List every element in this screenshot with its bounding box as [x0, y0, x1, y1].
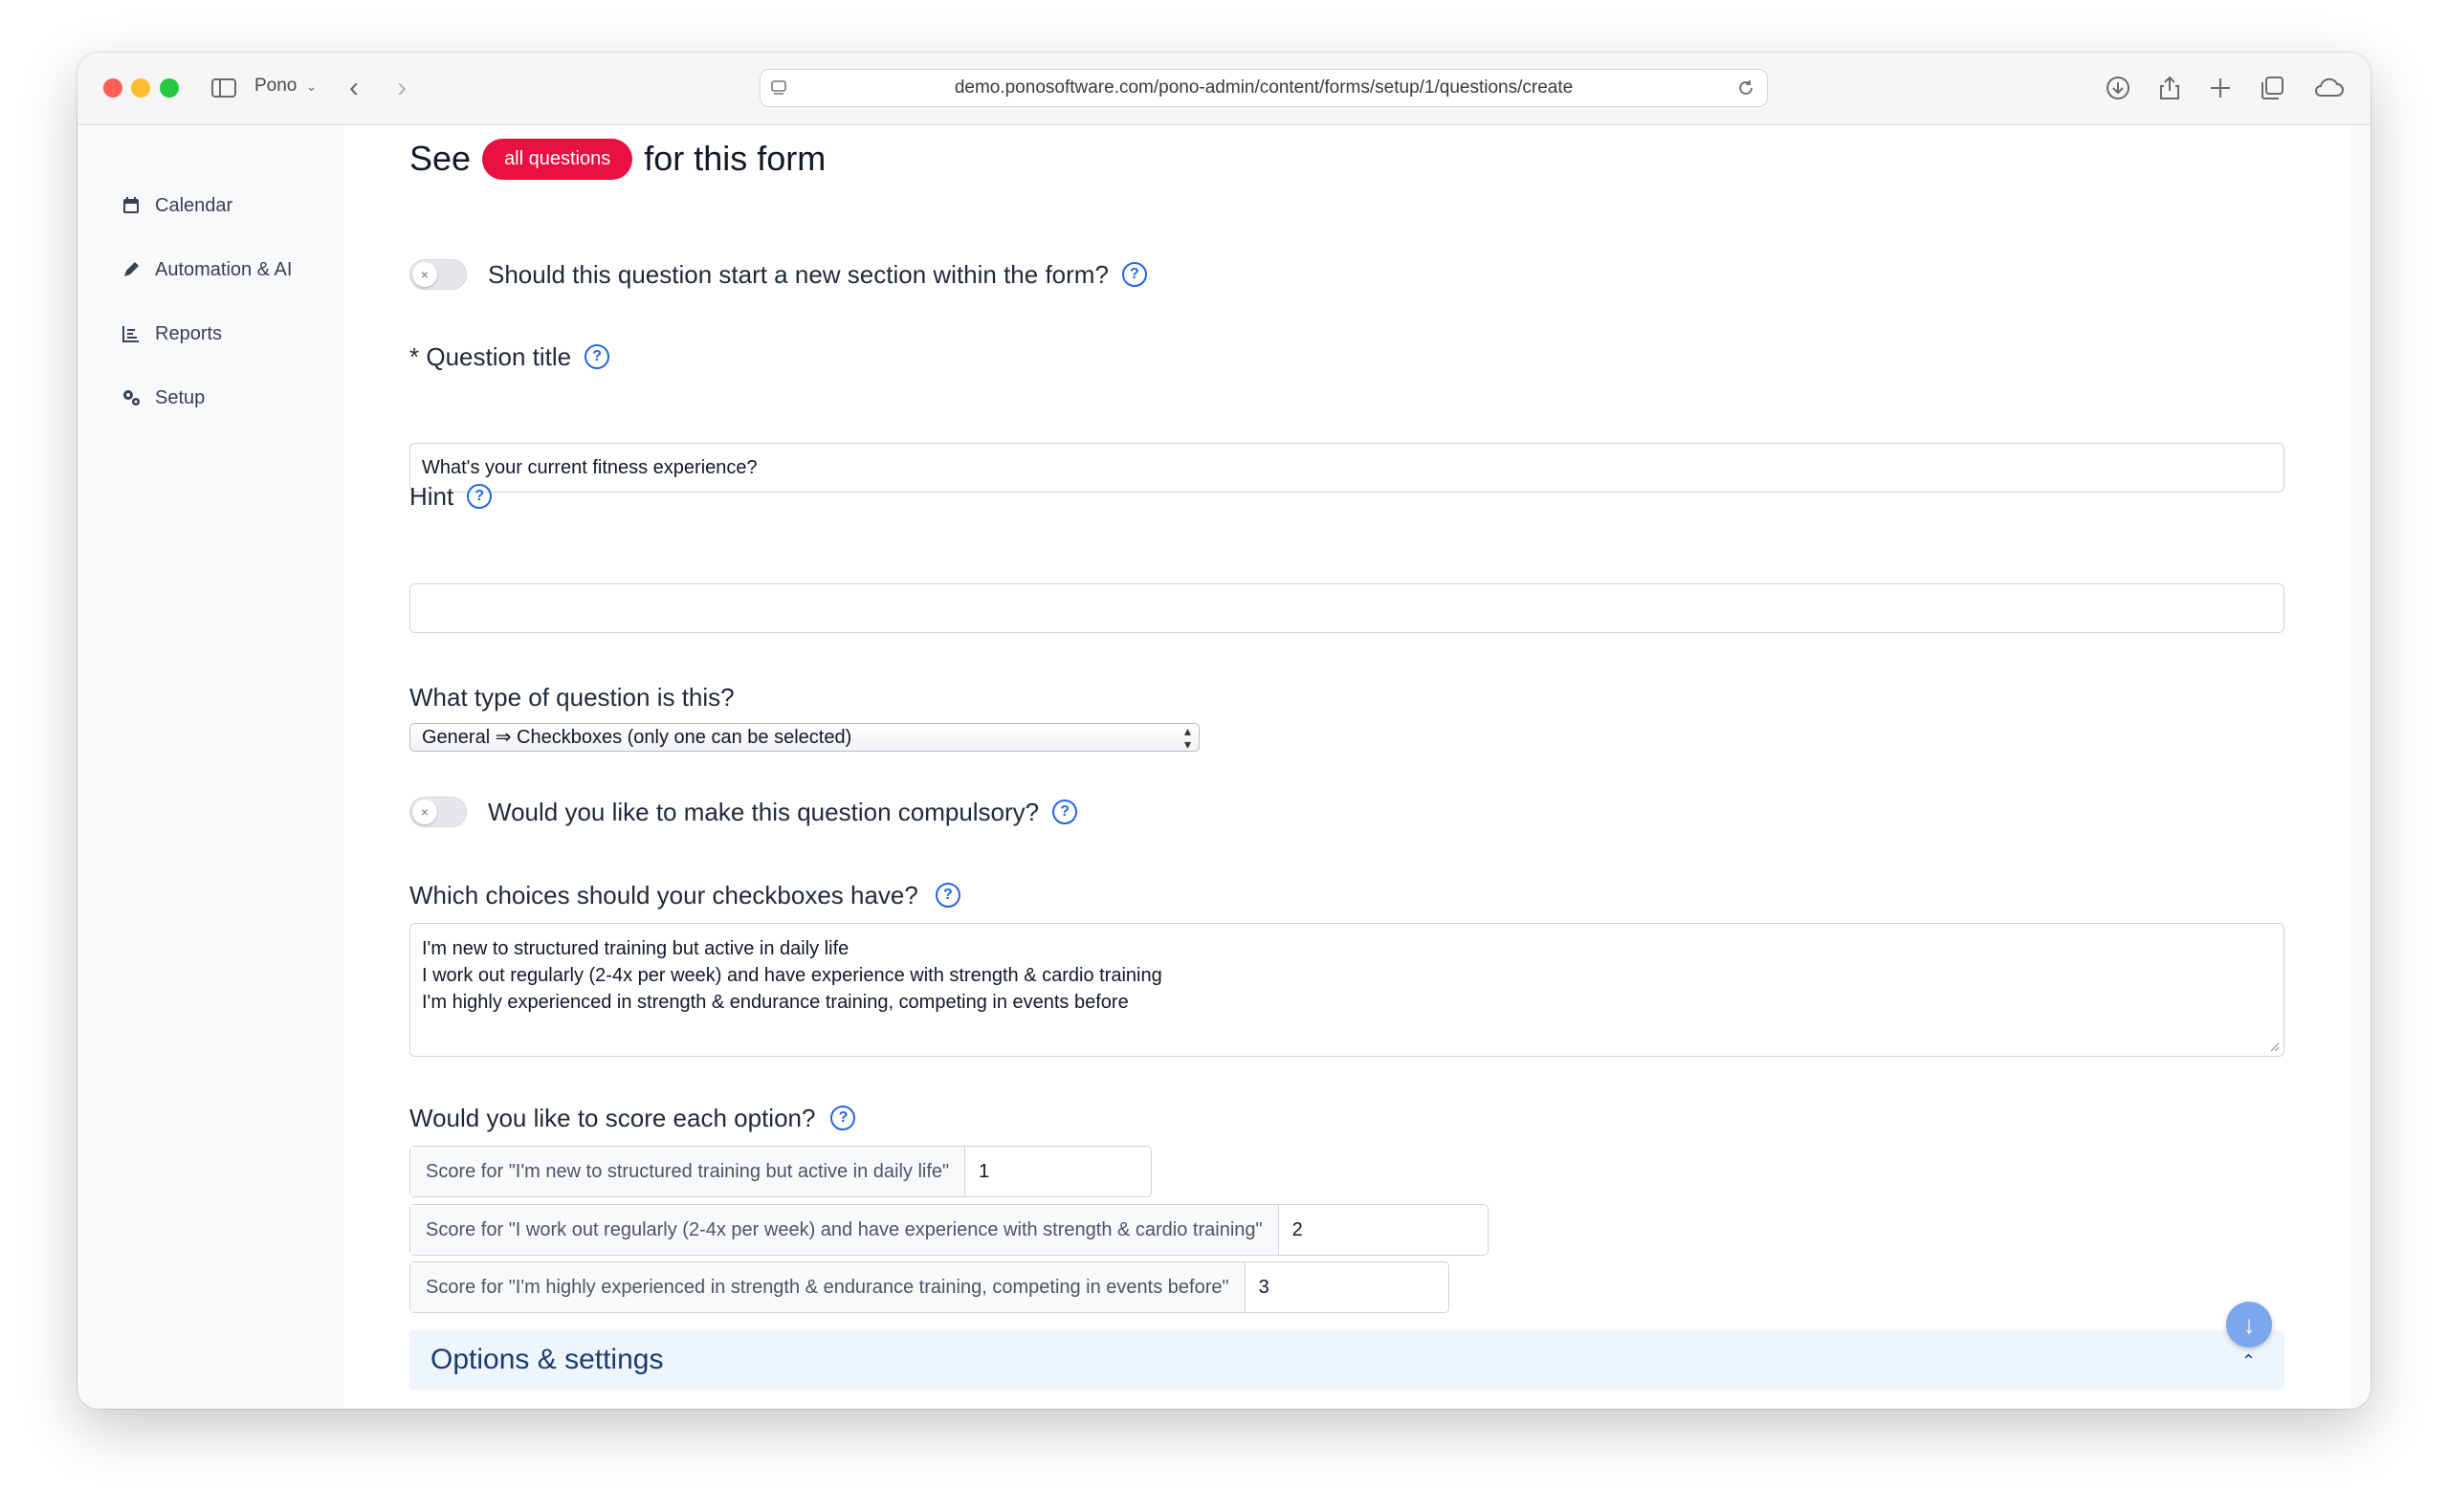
question-type-select[interactable]: General ⇒ Checkboxes (only one can be se…	[409, 723, 1200, 752]
left-navigation: Calendar Automation & AI Reports Setup	[77, 125, 343, 1409]
page-heading: See all questions for this form	[409, 133, 826, 185]
nav-item-calendar[interactable]: Calendar	[121, 189, 232, 222]
chevron-up-icon[interactable]: ⌃	[2241, 1351, 2256, 1371]
heading-suffix: for this form	[644, 139, 827, 178]
hint-input[interactable]	[409, 583, 2284, 633]
toggle-off-icon: ×	[412, 800, 437, 824]
score-row-label: Score for "I'm new to structured trainin…	[410, 1147, 966, 1196]
help-icon[interactable]: ?	[830, 1106, 856, 1130]
help-icon[interactable]: ?	[935, 883, 960, 908]
new-section-toggle[interactable]: ×	[409, 259, 467, 290]
compulsory-label: Would you like to make this question com…	[488, 793, 1078, 831]
scroll-down-button[interactable]: ↓	[2226, 1302, 2272, 1348]
help-icon[interactable]: ?	[1052, 800, 1078, 824]
reload-icon[interactable]	[1736, 78, 1755, 98]
compulsory-text: Would you like to make this question com…	[488, 797, 1040, 826]
cloud-icon[interactable]	[2312, 75, 2345, 101]
nav-label-calendar: Calendar	[155, 194, 233, 216]
chart-icon	[122, 326, 139, 342]
url-text: demo.ponosoftware.com/pono-admin/content…	[954, 77, 1574, 98]
question-type-text: What type of question is this?	[409, 682, 735, 712]
score-label: Would you like to score each option? ?	[409, 1099, 856, 1137]
question-title-text: * Question title	[409, 341, 572, 371]
browser-window: Pono ⌄ ‹ › demo.ponosoftware.com/pono-ad…	[77, 53, 2371, 1409]
pencil-icon	[124, 262, 139, 276]
calendar-icon	[123, 197, 139, 213]
nav-label-reports: Reports	[155, 322, 223, 344]
all-questions-button[interactable]: all questions	[482, 138, 633, 180]
scrollbar[interactable]	[2350, 125, 2371, 1409]
hint-label: Hint ?	[409, 477, 493, 515]
new-section-label: Should this question start a new section…	[488, 255, 1147, 294]
choices-textarea[interactable]: I'm new to structured training but activ…	[409, 923, 2284, 1057]
score-row-2: Score for "I work out regularly (2-4x pe…	[409, 1204, 1489, 1256]
arrow-down-icon: ↓	[2242, 1310, 2256, 1339]
score-input-3[interactable]: 3	[1246, 1262, 1448, 1312]
nav-item-setup[interactable]: Setup	[121, 382, 205, 414]
profile-switcher[interactable]: Pono ⌄	[254, 76, 317, 97]
back-arrow-icon[interactable]: ‹	[349, 74, 359, 102]
browser-toolbar: Pono ⌄ ‹ › demo.ponosoftware.com/pono-ad…	[77, 53, 2371, 125]
new-tab-icon[interactable]	[2207, 75, 2234, 101]
forward-arrow-icon[interactable]: ›	[397, 74, 407, 102]
choices-text: Which choices should your checkboxes hav…	[409, 880, 918, 909]
help-icon[interactable]: ?	[585, 344, 610, 369]
see-text: See	[409, 139, 472, 178]
question-title-input[interactable]: What's your current fitness experience?	[409, 443, 2284, 493]
score-text: Would you like to score each option?	[409, 1103, 816, 1132]
choice-line: I'm highly experienced in strength & end…	[422, 992, 1129, 1013]
score-input-2[interactable]: 2	[1279, 1205, 1488, 1255]
question-type-value: General ⇒ Checkboxes (only one can be se…	[422, 727, 852, 748]
nav-item-reports[interactable]: Reports	[121, 318, 222, 350]
tab-overview-icon[interactable]	[2259, 75, 2285, 101]
compulsory-toggle[interactable]: ×	[409, 797, 467, 827]
gears-icon	[123, 390, 140, 405]
download-icon[interactable]	[2105, 75, 2131, 101]
score-input-1[interactable]: 1	[965, 1147, 1151, 1196]
resize-handle-icon[interactable]	[2270, 1042, 2280, 1052]
sidebar-toggle-icon[interactable]	[211, 78, 236, 98]
chevron-down-icon: ⌄	[305, 78, 318, 94]
share-icon[interactable]	[2156, 75, 2183, 101]
options-settings-panel[interactable]: Options & settings ⌃	[409, 1330, 2284, 1390]
options-settings-title: Options & settings	[430, 1344, 664, 1375]
main-content: See all questions for this form × Should…	[343, 125, 2350, 1409]
help-icon[interactable]: ?	[1121, 262, 1147, 287]
score-row-1: Score for "I'm new to structured trainin…	[409, 1146, 1152, 1197]
zoom-window-button[interactable]	[160, 78, 179, 98]
toggle-off-icon: ×	[412, 262, 437, 287]
score-row-3: Score for "I'm highly experienced in str…	[409, 1261, 1449, 1313]
score-row-label: Score for "I work out regularly (2-4x pe…	[410, 1205, 1279, 1255]
close-window-button[interactable]	[103, 78, 122, 98]
question-title-label: * Question title ?	[409, 338, 610, 376]
nav-item-automation[interactable]: Automation & AI	[121, 253, 292, 286]
profile-name: Pono	[254, 76, 298, 96]
nav-label-automation: Automation & AI	[155, 258, 293, 280]
nav-label-setup: Setup	[155, 386, 206, 408]
minimize-window-button[interactable]	[131, 78, 150, 98]
choices-label: Which choices should your checkboxes hav…	[409, 876, 960, 914]
choice-line: I'm new to structured training but activ…	[422, 938, 849, 959]
address-bar[interactable]: demo.ponosoftware.com/pono-admin/content…	[760, 69, 1768, 107]
help-icon[interactable]: ?	[467, 484, 493, 509]
choice-line: I work out regularly (2-4x per week) and…	[422, 965, 1162, 986]
new-section-text: Should this question start a new section…	[488, 259, 1109, 289]
select-arrows-icon: ▴ ▾	[1183, 723, 1191, 752]
hint-text: Hint	[409, 481, 454, 511]
score-row-label: Score for "I'm highly experienced in str…	[410, 1262, 1246, 1312]
question-type-label: What type of question is this?	[409, 680, 735, 714]
